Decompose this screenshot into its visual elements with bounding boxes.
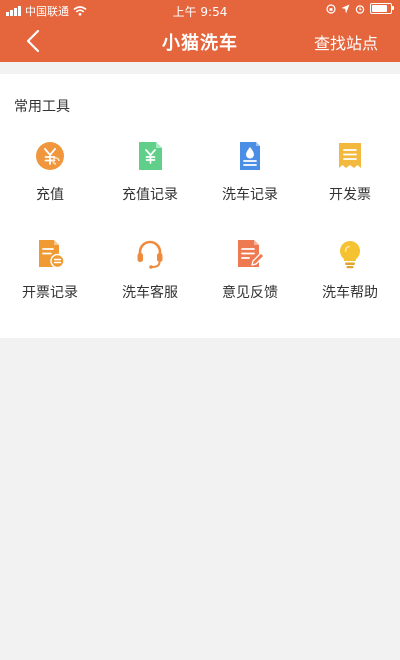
tool-wash-record[interactable]: 洗车记录: [200, 140, 300, 210]
tool-label: 充值记录: [122, 187, 178, 203]
battery-icon: [370, 3, 394, 14]
yuan-document-icon: [139, 142, 162, 170]
status-right: [326, 3, 394, 14]
receipt-icon: [339, 143, 361, 168]
tool-recharge-record[interactable]: 充值记录: [100, 140, 200, 210]
tool-recharge[interactable]: 充值: [0, 140, 100, 210]
water-drop-document-icon: [240, 142, 260, 170]
tool-label: 洗车客服: [122, 285, 178, 301]
feedback-edit-icon: [238, 240, 265, 267]
tool-issue-invoice[interactable]: 开发票: [300, 140, 400, 210]
section-title: 常用工具: [14, 99, 70, 115]
battery-fill: [372, 5, 388, 12]
alarm-icon: [355, 4, 365, 14]
rotation-lock-icon: [326, 3, 336, 14]
location-icon: [341, 4, 350, 13]
tool-feedback[interactable]: 意见反馈: [200, 238, 300, 308]
status-bar: 中国联通 上午 9:54: [0, 0, 400, 20]
yuan-coin-icon: [36, 142, 64, 170]
tool-label: 意见反馈: [222, 285, 278, 301]
tool-label: 开发票: [329, 187, 371, 203]
headset-icon: [137, 240, 163, 269]
tool-invoice-record[interactable]: 开票记录: [0, 238, 100, 308]
find-station-button[interactable]: 查找站点: [314, 30, 378, 54]
tool-label: 开票记录: [22, 285, 78, 301]
tool-label: 洗车帮助: [322, 285, 378, 301]
tool-label: 洗车记录: [222, 187, 278, 203]
tool-customer-service[interactable]: 洗车客服: [100, 238, 200, 308]
nav-bar: 小猫洗车 查找站点: [0, 20, 400, 62]
tools-card: 常用工具 充值 充值记录 洗车记录 开发票 开票记录 洗车客服 意见反馈 洗车帮…: [0, 74, 400, 338]
invoice-record-icon: [39, 240, 65, 269]
section-divider: [0, 62, 400, 74]
lightbulb-icon: [340, 241, 360, 269]
tool-wash-help[interactable]: 洗车帮助: [300, 238, 400, 308]
tool-label: 充值: [36, 187, 64, 203]
